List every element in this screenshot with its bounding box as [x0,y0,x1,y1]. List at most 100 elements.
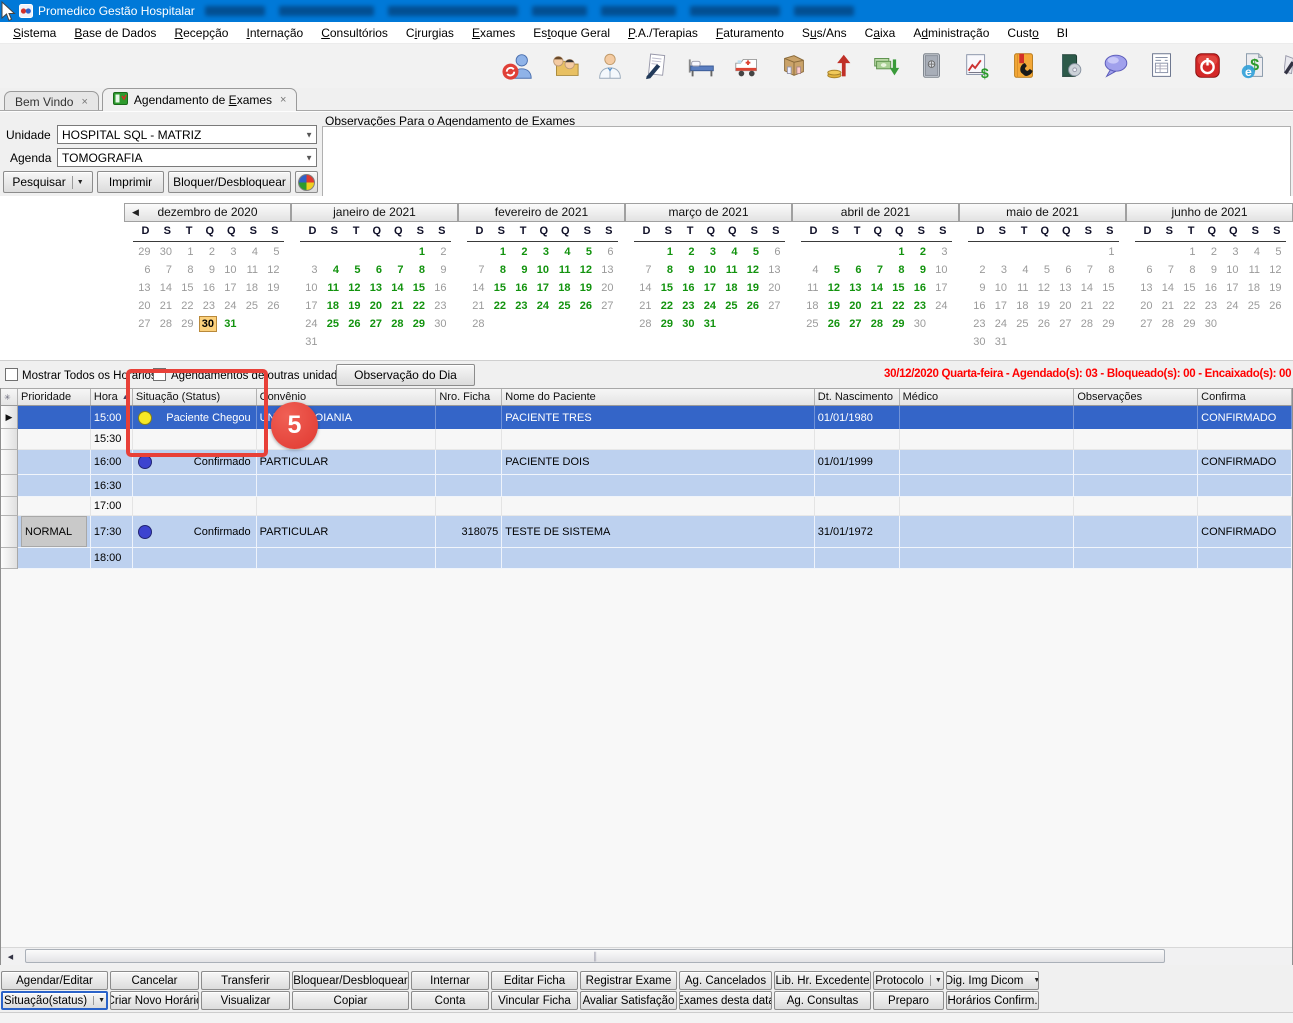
criar-novo-horario-button[interactable]: Criar Novo Horário [110,991,199,1010]
day-cell[interactable]: 9 [909,261,931,279]
col-header-convenio[interactable]: Convênio [257,389,437,405]
day-cell[interactable]: 30 [968,333,990,351]
day-cell[interactable]: 12 [742,261,764,279]
titlebar[interactable]: Promedico Gestão Hospitalar [0,0,1293,22]
day-cell[interactable]: 16 [1200,279,1222,297]
day-cell[interactable]: 15 [489,279,511,297]
day-cell[interactable]: 17 [219,279,241,297]
day-cell[interactable]: 15 [1097,279,1119,297]
day-cell[interactable]: 2 [429,243,451,261]
day-cell[interactable]: 30 [1200,315,1222,333]
day-cell[interactable]: 17 [930,279,952,297]
schedule-row-15-00[interactable]: ▶15:00Paciente ChegouUNIMED GOIANIAPACIE… [1,406,1292,429]
day-cell[interactable]: 10 [990,279,1012,297]
day-cell[interactable]: 15 [176,279,198,297]
chat-icon[interactable] [1099,49,1133,83]
day-cell[interactable]: 29 [176,315,198,333]
horarios-confirm-button[interactable]: Horários Confirm. [946,991,1039,1010]
schedule-row-17-00[interactable]: 17:00 [1,497,1292,516]
day-cell[interactable]: 19 [343,297,365,315]
tab-agendamento-de-exames[interactable]: Agendamento de Exames× [102,88,298,111]
day-cell[interactable]: 26 [1264,297,1286,315]
day-cell[interactable]: 9 [677,261,699,279]
tab-bem-vindo[interactable]: Bem Vindo× [4,91,99,111]
col-header-nome-do-paciente[interactable]: Nome do Paciente [502,389,815,405]
day-cell[interactable]: 9 [510,261,532,279]
ag-cancelados-button[interactable]: Ag. Cancelados [679,971,772,990]
day-cell[interactable]: 10 [300,279,322,297]
schedule-row-17-30[interactable]: NORMAL17:30ConfirmadoPARTICULAR318075TES… [1,516,1292,548]
day-cell[interactable]: 29 [887,315,909,333]
day-cell[interactable]: 20 [763,279,785,297]
scroll-left-arrow-icon[interactable]: ◀ [4,950,17,963]
day-cell[interactable]: 24 [990,315,1012,333]
day-cell[interactable]: 3 [532,243,554,261]
day-cell[interactable]: 31 [300,333,322,351]
day-cell[interactable]: 14 [155,279,177,297]
visualizar-button[interactable]: Visualizar [201,991,290,1010]
day-cell[interactable]: 10 [699,261,721,279]
day-cell[interactable]: 3 [990,261,1012,279]
mostrar-horarios-checkbox[interactable] [5,368,18,381]
day-cell[interactable]: 22 [408,297,430,315]
dropdown-arrow-icon[interactable]: ▼ [98,997,105,1004]
day-cell[interactable]: 5 [575,243,597,261]
day-cell[interactable]: 8 [1178,261,1200,279]
menu-bi[interactable]: BI [1048,22,1077,44]
day-cell[interactable]: 26 [1033,315,1055,333]
conta-button[interactable]: Conta [411,991,489,1010]
day-cell[interactable]: 8 [489,261,511,279]
day-cell[interactable]: 2 [1200,243,1222,261]
day-cell[interactable]: 27 [133,315,155,333]
bloquear-desbloquear-button[interactable]: Bloquear/Desbloquear [292,971,409,990]
day-cell[interactable]: 9 [1200,261,1222,279]
menu-faturamento[interactable]: Faturamento [707,22,793,44]
day-cell[interactable]: 11 [241,261,263,279]
day-cell[interactable]: 4 [553,243,575,261]
day-cell[interactable]: 23 [677,297,699,315]
day-cell[interactable]: 21 [634,297,656,315]
legend-colors-button[interactable] [295,171,318,193]
day-cell[interactable]: 15 [656,279,678,297]
day-cell[interactable]: 14 [866,279,888,297]
day-cell[interactable]: 16 [510,279,532,297]
day-cell[interactable]: 6 [365,261,387,279]
row-header[interactable] [1,450,18,475]
day-cell[interactable]: 26 [742,297,764,315]
day-cell[interactable]: 20 [133,297,155,315]
day-cell[interactable]: 1 [1097,243,1119,261]
day-cell[interactable]: 8 [176,261,198,279]
menu-cirurgias[interactable]: Cirurgias [397,22,463,44]
day-cell[interactable]: 13 [844,279,866,297]
day-cell[interactable]: 6 [133,261,155,279]
day-cell[interactable]: 12 [823,279,845,297]
day-cell[interactable]: 27 [596,297,618,315]
day-cell[interactable]: 29 [133,243,155,261]
day-cell[interactable]: 25 [553,297,575,315]
transferir-button[interactable]: Transferir [201,971,290,990]
row-header[interactable] [1,548,18,569]
day-cell[interactable]: 10 [219,261,241,279]
day-cell[interactable]: 5 [1033,261,1055,279]
bloquear-desbloquear-button[interactable]: Bloquer/Desbloquear [168,171,291,193]
day-cell[interactable]: 19 [1264,279,1286,297]
month-header[interactable]: janeiro de 2021 [291,203,458,222]
day-cell[interactable]: 17 [990,297,1012,315]
menu-recepcao[interactable]: Recepção [165,22,237,44]
day-cell[interactable]: 20 [844,297,866,315]
safe-icon[interactable] [915,49,949,83]
edge-partial-icon[interactable] [1283,49,1293,83]
day-cell[interactable]: 13 [1135,279,1157,297]
day-cell[interactable]: 14 [1076,279,1098,297]
stock-boxes-icon[interactable] [777,49,811,83]
day-cell[interactable]: 2 [968,261,990,279]
day-cell[interactable]: 30 [429,315,451,333]
schedule-row-16-30[interactable]: 16:30 [1,475,1292,497]
internar-button[interactable]: Internar [411,971,489,990]
day-cell[interactable]: 24 [300,315,322,333]
prev-month-arrow-icon[interactable]: ◀ [132,204,139,221]
day-cell[interactable]: 15 [1178,279,1200,297]
editar-ficha-button[interactable]: Editar Ficha [491,971,578,990]
day-cell[interactable]: 21 [1157,297,1179,315]
day-cell[interactable]: 4 [241,243,263,261]
